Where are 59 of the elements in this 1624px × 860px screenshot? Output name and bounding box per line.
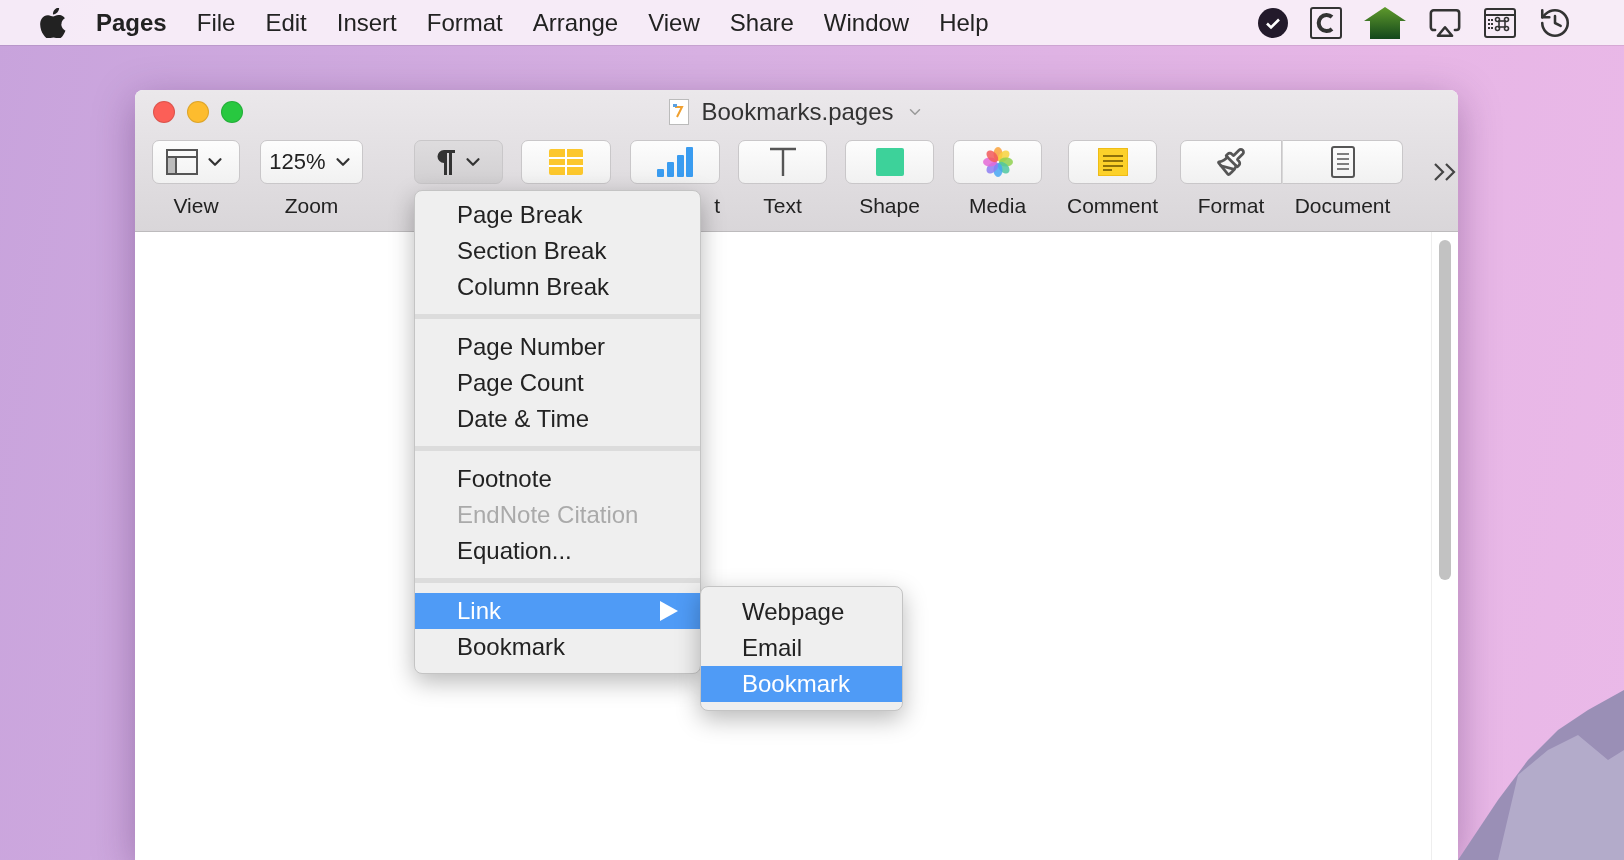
menu-title[interactable]: Format	[426, 8, 503, 37]
app-menu[interactable]: Pages	[96, 8, 167, 37]
toolbar-label: Zoom	[284, 194, 339, 218]
toolbar-label: t	[714, 194, 720, 218]
bar-chart-icon	[657, 147, 693, 177]
menu-item[interactable]: Section Break	[415, 233, 700, 269]
media-button[interactable]	[953, 140, 1042, 184]
toolbar-label: Document	[1294, 194, 1391, 218]
apple-logo-icon[interactable]	[40, 7, 66, 38]
text-button[interactable]	[738, 140, 827, 184]
scrollbar-thumb[interactable]	[1439, 240, 1451, 580]
submenu-arrow-icon	[660, 601, 678, 621]
menu-title[interactable]: View	[648, 8, 700, 37]
menu-item[interactable]: Date & Time	[415, 401, 700, 437]
chart-button[interactable]	[630, 140, 720, 184]
menu-title[interactable]: Insert	[336, 8, 397, 37]
table-icon	[549, 149, 583, 175]
menu-item[interactable]: Page Count	[415, 365, 700, 401]
more-chevrons-icon[interactable]	[1433, 162, 1457, 182]
toolbar-label: Text	[763, 194, 802, 218]
command-window-icon[interactable]	[1484, 7, 1516, 38]
menu-item[interactable]: Column Break	[415, 269, 700, 305]
menu-title[interactable]: Arrange	[532, 8, 619, 37]
toolbar-label: View	[173, 194, 219, 218]
toolbar-label: Media	[968, 194, 1027, 218]
menu-title[interactable]: Help	[939, 8, 989, 37]
menu-item[interactable]: Email	[701, 630, 902, 666]
flower-icon	[982, 147, 1013, 177]
menu-item[interactable]: Bookmark	[415, 629, 700, 665]
document-icon	[1330, 146, 1355, 178]
document-icon	[669, 99, 690, 125]
menu-title[interactable]: Edit	[265, 8, 307, 37]
toolbar-label: Comment	[1067, 194, 1158, 218]
square-icon	[875, 148, 904, 176]
menu-item[interactable]: Footnote	[415, 461, 700, 497]
toolbar-label: Format	[1197, 194, 1265, 218]
view-button[interactable]	[152, 140, 240, 184]
menu-title[interactable]: Window	[823, 8, 910, 37]
format-button[interactable]	[1180, 140, 1282, 184]
house-icon[interactable]	[1364, 6, 1406, 39]
menu-item[interactable]: Webpage	[701, 594, 902, 630]
note-icon	[1097, 148, 1128, 176]
menu-item[interactable]: Equation...	[415, 533, 700, 569]
sidebar-layout-icon	[166, 149, 198, 175]
document-button[interactable]	[1282, 140, 1403, 184]
letter-c-icon[interactable]	[1310, 6, 1342, 39]
toolbar-label: Shape	[859, 194, 920, 218]
menu-title[interactable]: File	[196, 8, 236, 37]
paintbrush-icon	[1216, 147, 1246, 177]
comment-button[interactable]	[1068, 140, 1157, 184]
text-icon	[768, 147, 797, 177]
zoom-dropdown[interactable]: 125%	[260, 140, 363, 184]
checkmark-circle-icon[interactable]	[1258, 7, 1288, 38]
menu-item[interactable]: Page Number	[415, 329, 700, 365]
close-button[interactable]	[153, 101, 175, 123]
window-title: Bookmarks.pages	[701, 98, 894, 126]
insert-button[interactable]	[414, 140, 503, 184]
menu-item[interactable]: Page Break	[415, 197, 700, 233]
menu-title[interactable]: Share	[729, 8, 794, 37]
